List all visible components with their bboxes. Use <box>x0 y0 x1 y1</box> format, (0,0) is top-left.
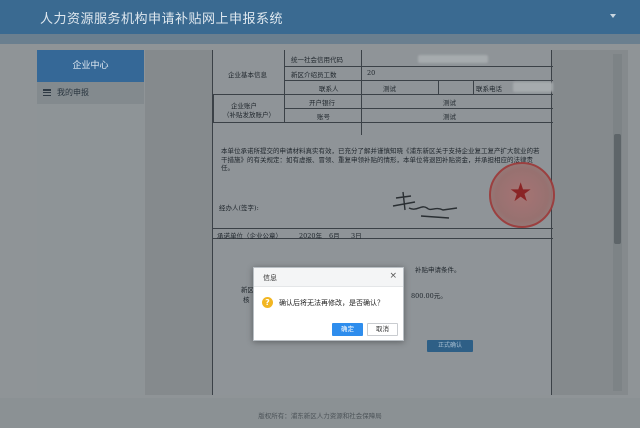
district-count-value: 20 <box>367 69 376 77</box>
section-basic-info: 企业基本信息 <box>228 71 267 79</box>
dialog-message: 确认后将无法再修改，是否确认？ <box>279 299 384 307</box>
sidebar-header[interactable]: 企业中心 <box>37 50 144 82</box>
sidebar-item-my-applications[interactable]: 我的申报 <box>37 82 144 104</box>
star-icon: ★ <box>509 178 533 208</box>
pledge-text: 本单位承诺所提交的申请材料真实有效，已充分了解并谨慎知晓《浦东新区关于支持企业复… <box>221 147 540 172</box>
chevron-down-icon[interactable] <box>610 14 616 18</box>
header-band <box>0 34 640 44</box>
partial-amount-text: 800.00元。 <box>411 292 447 300</box>
app-title: 人力资源服务机构申请补贴网上申报系统 <box>40 12 284 27</box>
main-content: 企业基本信息 统一社会信用代码 新区介绍员工数 20 联系人 测试 联系电话 企… <box>145 50 628 395</box>
account-label-sub: （补贴发放账户） <box>223 111 275 119</box>
sidebar: 企业中心 我的申报 <box>37 50 144 395</box>
contact-label: 联系人 <box>319 85 339 93</box>
footer-copyright: 版权所有：浦东新区人力资源和社会保障局 <box>258 412 382 420</box>
date-month: 6月 <box>329 232 340 240</box>
district-count-label: 新区介绍员工数 <box>291 71 337 79</box>
date-year: 2020年 <box>299 232 323 240</box>
sidebar-item-label: 我的申报 <box>57 88 89 97</box>
confirm-button[interactable]: 确定 <box>332 323 363 336</box>
handwritten-signature <box>392 191 458 219</box>
phone-redacted <box>513 82 553 92</box>
app-header: 人力资源服务机构申请补贴网上申报系统 <box>0 0 640 34</box>
seal-label: 承诺单位（企业公章） <box>217 232 282 240</box>
bank-label: 开户银行 <box>309 99 335 107</box>
credit-code-label: 统一社会信用代码 <box>291 56 343 64</box>
confirm-dialog: 信息 × ? 确认后将无法再修改，是否确认？ 确定 取消 <box>253 267 404 341</box>
question-icon: ? <box>262 297 273 308</box>
dialog-title: 信息 <box>263 274 277 282</box>
account-no-value: 测试 <box>443 113 456 121</box>
scrollbar-thumb[interactable] <box>614 134 621 244</box>
formal-confirm-button[interactable]: 正式确认 <box>427 340 473 352</box>
list-icon <box>43 89 51 97</box>
close-icon[interactable]: × <box>389 271 397 282</box>
contact-value: 测试 <box>383 85 396 93</box>
credit-code-redacted <box>418 55 488 63</box>
partial-condition-text: 补贴申请条件。 <box>415 266 461 274</box>
partial-label-verify: 核 <box>243 296 250 304</box>
date-day: 3日 <box>351 232 362 240</box>
scrollbar[interactable] <box>613 54 622 391</box>
signer-label: 经办人(签字): <box>219 204 259 212</box>
account-no-label: 账号 <box>317 113 330 121</box>
bank-value: 测试 <box>443 99 456 107</box>
dialog-titlebar: 信息 × <box>254 268 403 287</box>
application-document: 企业基本信息 统一社会信用代码 新区介绍员工数 20 联系人 测试 联系电话 企… <box>212 50 555 395</box>
cancel-button[interactable]: 取消 <box>367 323 398 336</box>
company-seal: ★ <box>489 162 555 228</box>
phone-label: 联系电话 <box>476 85 502 93</box>
